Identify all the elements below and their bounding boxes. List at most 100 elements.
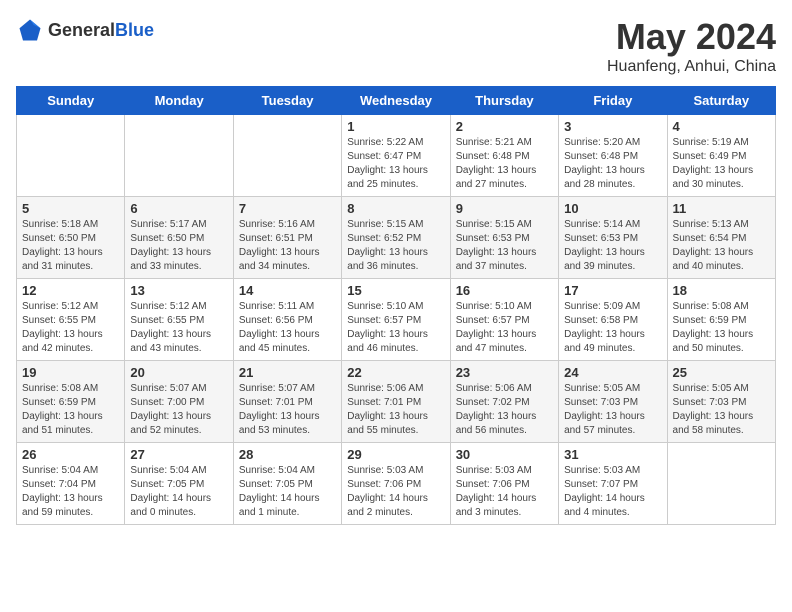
day-info: Sunrise: 5:10 AMSunset: 6:57 PMDaylight:…: [456, 300, 553, 356]
day-number: 30: [456, 447, 553, 462]
day-number: 14: [239, 283, 336, 298]
day-info: Sunrise: 5:14 AMSunset: 6:53 PMDaylight:…: [564, 218, 661, 274]
day-info: Sunrise: 5:04 AMSunset: 7:04 PMDaylight:…: [22, 464, 119, 520]
header-day-monday: Monday: [125, 87, 233, 115]
calendar-cell: 19 Sunrise: 5:08 AMSunset: 6:59 PMDayligh…: [17, 361, 125, 443]
main-title: May 2024: [607, 16, 776, 58]
day-number: 13: [130, 283, 227, 298]
calendar-cell: 6 Sunrise: 5:17 AMSunset: 6:50 PMDaylight…: [125, 197, 233, 279]
day-info: Sunrise: 5:04 AMSunset: 7:05 PMDaylight:…: [239, 464, 336, 520]
day-info: Sunrise: 5:08 AMSunset: 6:59 PMDaylight:…: [22, 382, 119, 438]
day-info: Sunrise: 5:06 AMSunset: 7:02 PMDaylight:…: [456, 382, 553, 438]
logo: GeneralBlue: [16, 16, 154, 44]
calendar-cell: 8 Sunrise: 5:15 AMSunset: 6:52 PMDaylight…: [342, 197, 450, 279]
header-day-saturday: Saturday: [667, 87, 775, 115]
calendar-cell: 26 Sunrise: 5:04 AMSunset: 7:04 PMDayligh…: [17, 443, 125, 525]
calendar-body: 1Sunrise: 5:22 AMSunset: 6:47 PMDaylight…: [17, 115, 776, 525]
day-info: Sunrise: 5:20 AMSunset: 6:48 PMDaylight:…: [564, 136, 661, 192]
day-info: Sunrise: 5:21 AMSunset: 6:48 PMDaylight:…: [456, 136, 553, 192]
calendar-cell: 29Sunrise: 5:03 AMSunset: 7:06 PMDayligh…: [342, 443, 450, 525]
week-row-3: 19 Sunrise: 5:08 AMSunset: 6:59 PMDayligh…: [17, 361, 776, 443]
day-number: 9: [456, 201, 553, 216]
logo-text-general: General: [48, 20, 115, 40]
calendar-cell: 31Sunrise: 5:03 AMSunset: 7:07 PMDayligh…: [559, 443, 667, 525]
day-info: Sunrise: 5:05 AMSunset: 7:03 PMDaylight:…: [673, 382, 770, 438]
day-number: 10: [564, 201, 661, 216]
day-number: 24: [564, 365, 661, 380]
week-row-4: 26 Sunrise: 5:04 AMSunset: 7:04 PMDayligh…: [17, 443, 776, 525]
calendar-cell: 24 Sunrise: 5:05 AMSunset: 7:03 PMDayligh…: [559, 361, 667, 443]
day-info: Sunrise: 5:08 AMSunset: 6:59 PMDaylight:…: [673, 300, 770, 356]
calendar-cell: 5Sunrise: 5:18 AMSunset: 6:50 PMDaylight…: [17, 197, 125, 279]
calendar-cell: 27Sunrise: 5:04 AMSunset: 7:05 PMDayligh…: [125, 443, 233, 525]
day-info: Sunrise: 5:15 AMSunset: 6:53 PMDaylight:…: [456, 218, 553, 274]
calendar-cell: 13 Sunrise: 5:12 AMSunset: 6:55 PMDayligh…: [125, 279, 233, 361]
day-info: Sunrise: 5:03 AMSunset: 7:07 PMDaylight:…: [564, 464, 661, 520]
logo-icon: [16, 16, 44, 44]
day-number: 8: [347, 201, 444, 216]
calendar-cell: 23 Sunrise: 5:06 AMSunset: 7:02 PMDayligh…: [450, 361, 558, 443]
calendar-cell: 25 Sunrise: 5:05 AMSunset: 7:03 PMDayligh…: [667, 361, 775, 443]
calendar-cell: 3 Sunrise: 5:20 AMSunset: 6:48 PMDaylight…: [559, 115, 667, 197]
calendar: SundayMondayTuesdayWednesdayThursdayFrid…: [16, 86, 776, 525]
subtitle: Huanfeng, Anhui, China: [607, 58, 776, 76]
calendar-cell: 21Sunrise: 5:07 AMSunset: 7:01 PMDayligh…: [233, 361, 341, 443]
day-info: Sunrise: 5:17 AMSunset: 6:50 PMDaylight:…: [130, 218, 227, 274]
calendar-cell: [667, 443, 775, 525]
calendar-cell: 16 Sunrise: 5:10 AMSunset: 6:57 PMDayligh…: [450, 279, 558, 361]
day-info: Sunrise: 5:09 AMSunset: 6:58 PMDaylight:…: [564, 300, 661, 356]
day-info: Sunrise: 5:05 AMSunset: 7:03 PMDaylight:…: [564, 382, 661, 438]
day-number: 18: [673, 283, 770, 298]
calendar-cell: 9 Sunrise: 5:15 AMSunset: 6:53 PMDaylight…: [450, 197, 558, 279]
calendar-cell: [125, 115, 233, 197]
day-number: 7: [239, 201, 336, 216]
calendar-cell: 17 Sunrise: 5:09 AMSunset: 6:58 PMDayligh…: [559, 279, 667, 361]
title-block: May 2024 Huanfeng, Anhui, China: [607, 16, 776, 76]
day-number: 19: [22, 365, 119, 380]
day-number: 4: [673, 119, 770, 134]
calendar-cell: 7Sunrise: 5:16 AMSunset: 6:51 PMDaylight…: [233, 197, 341, 279]
header-row: SundayMondayTuesdayWednesdayThursdayFrid…: [17, 87, 776, 115]
day-number: 6: [130, 201, 227, 216]
day-number: 22: [347, 365, 444, 380]
day-number: 11: [673, 201, 770, 216]
day-info: Sunrise: 5:03 AMSunset: 7:06 PMDaylight:…: [347, 464, 444, 520]
day-info: Sunrise: 5:13 AMSunset: 6:54 PMDaylight:…: [673, 218, 770, 274]
day-info: Sunrise: 5:12 AMSunset: 6:55 PMDaylight:…: [130, 300, 227, 356]
calendar-cell: 12 Sunrise: 5:12 AMSunset: 6:55 PMDayligh…: [17, 279, 125, 361]
header-day-tuesday: Tuesday: [233, 87, 341, 115]
day-number: 23: [456, 365, 553, 380]
calendar-cell: 18 Sunrise: 5:08 AMSunset: 6:59 PMDayligh…: [667, 279, 775, 361]
day-number: 1: [347, 119, 444, 134]
page-header: GeneralBlue May 2024 Huanfeng, Anhui, Ch…: [16, 16, 776, 76]
day-number: 5: [22, 201, 119, 216]
calendar-cell: 4 Sunrise: 5:19 AMSunset: 6:49 PMDaylight…: [667, 115, 775, 197]
calendar-header: SundayMondayTuesdayWednesdayThursdayFrid…: [17, 87, 776, 115]
calendar-cell: [17, 115, 125, 197]
day-info: Sunrise: 5:15 AMSunset: 6:52 PMDaylight:…: [347, 218, 444, 274]
day-number: 21: [239, 365, 336, 380]
calendar-cell: 20Sunrise: 5:07 AMSunset: 7:00 PMDayligh…: [125, 361, 233, 443]
header-day-friday: Friday: [559, 87, 667, 115]
calendar-cell: 2Sunrise: 5:21 AMSunset: 6:48 PMDaylight…: [450, 115, 558, 197]
day-info: Sunrise: 5:07 AMSunset: 7:00 PMDaylight:…: [130, 382, 227, 438]
day-number: 12: [22, 283, 119, 298]
day-number: 26: [22, 447, 119, 462]
day-info: Sunrise: 5:19 AMSunset: 6:49 PMDaylight:…: [673, 136, 770, 192]
day-number: 15: [347, 283, 444, 298]
calendar-cell: [233, 115, 341, 197]
header-day-wednesday: Wednesday: [342, 87, 450, 115]
day-info: Sunrise: 5:12 AMSunset: 6:55 PMDaylight:…: [22, 300, 119, 356]
header-day-thursday: Thursday: [450, 87, 558, 115]
day-number: 25: [673, 365, 770, 380]
day-info: Sunrise: 5:10 AMSunset: 6:57 PMDaylight:…: [347, 300, 444, 356]
day-number: 16: [456, 283, 553, 298]
calendar-cell: 1Sunrise: 5:22 AMSunset: 6:47 PMDaylight…: [342, 115, 450, 197]
calendar-cell: 30 Sunrise: 5:03 AMSunset: 7:06 PMDayligh…: [450, 443, 558, 525]
day-number: 27: [130, 447, 227, 462]
calendar-cell: 10 Sunrise: 5:14 AMSunset: 6:53 PMDayligh…: [559, 197, 667, 279]
day-number: 3: [564, 119, 661, 134]
day-info: Sunrise: 5:03 AMSunset: 7:06 PMDaylight:…: [456, 464, 553, 520]
day-number: 17: [564, 283, 661, 298]
week-row-2: 12 Sunrise: 5:12 AMSunset: 6:55 PMDayligh…: [17, 279, 776, 361]
